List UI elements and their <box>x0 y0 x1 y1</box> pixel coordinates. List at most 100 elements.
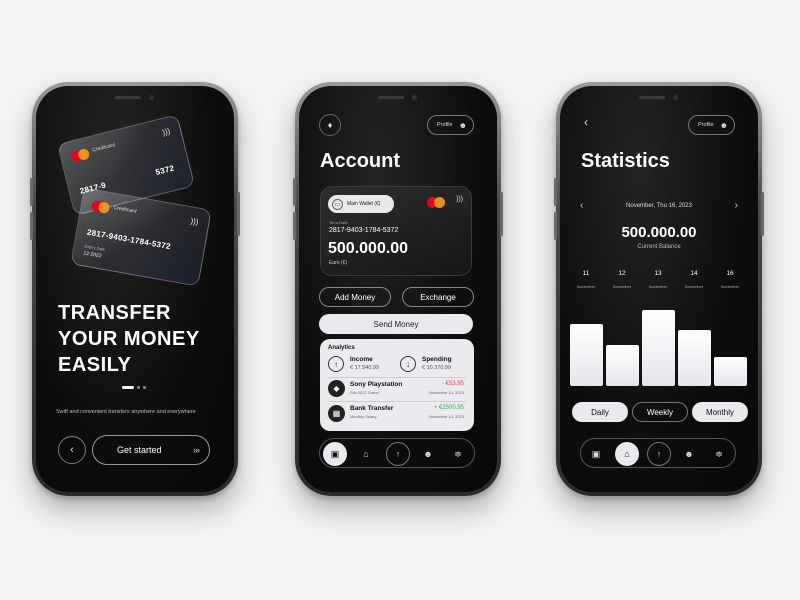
phone-statistics: ‹ Profile ☻ Statistics ‹ November, Thu 1… <box>554 82 764 496</box>
phone-onboarding: Creditcard ))) 2817-9 5372 Creditcard ))… <box>30 82 240 496</box>
chevron-left-icon: ‹ <box>70 444 74 456</box>
day-month: November <box>720 284 740 289</box>
speaker <box>378 96 404 99</box>
front-camera <box>149 95 154 100</box>
wallet-icon: ▣ <box>330 448 340 459</box>
chart-bar[interactable] <box>606 344 639 386</box>
day-month: November <box>576 284 596 289</box>
page-title: Account <box>320 150 400 172</box>
notifications-button[interactable]: ♦ <box>319 114 341 136</box>
analytics-title: Analytics <box>328 345 355 351</box>
chart-bar[interactable] <box>714 357 747 386</box>
spending-label: Spending <box>422 356 452 363</box>
card-sub-label: Terra Date <box>329 220 348 225</box>
contactless-icon: ))) <box>189 216 200 227</box>
chevron-left-icon[interactable]: ‹ <box>584 115 588 129</box>
profile-button[interactable]: Profile ☻ <box>688 115 736 135</box>
wallet-card[interactable]: ▭ Main Wallet (€) ))) Terra Date 2817-94… <box>320 186 472 276</box>
wallet-name: Main Wallet (€) <box>347 201 381 207</box>
nav-profile[interactable]: ☻ <box>677 442 701 466</box>
transaction-date: November 14, 2023 <box>428 414 464 419</box>
tagline: Swift and convenient transfers anywhere … <box>56 409 196 415</box>
headline-line-1: TRANSFER <box>58 302 171 324</box>
transaction-date: November 14, 2023 <box>428 390 464 395</box>
back-button[interactable]: ‹ <box>58 436 86 464</box>
headline: TRANSFER YOUR MONEY EASILY <box>58 300 200 378</box>
day-number[interactable]: 13 <box>648 270 668 277</box>
user-icon: ☻ <box>423 449 433 459</box>
page-indicator[interactable] <box>122 386 146 389</box>
front-camera <box>412 95 417 100</box>
divider <box>328 401 466 402</box>
chevron-right-icon[interactable]: › <box>735 200 738 211</box>
card-brand: Creditcard <box>91 142 116 154</box>
card-expiry: 12-2022 <box>82 250 102 260</box>
current-balance: 500.000.00 <box>621 224 697 241</box>
profile-label: Profile <box>437 122 453 128</box>
transaction-sub: Monthly Salary <box>350 414 377 419</box>
nav-wallet[interactable]: ▣ <box>323 442 347 466</box>
tab-weekly[interactable]: Weekly <box>632 402 688 422</box>
day-number[interactable]: 14 <box>684 270 704 277</box>
user-icon: ☻ <box>719 120 729 130</box>
day-number[interactable]: 16 <box>720 270 740 277</box>
nav-transfer[interactable]: ↑ <box>386 442 410 466</box>
card-brand: Creditcard <box>113 204 137 215</box>
card-number: 2817-9403-1784-5372 <box>329 227 399 234</box>
nav-wallet[interactable]: ▣ <box>584 442 608 466</box>
date-selector: ‹ November, Thu 16, 2023 › <box>580 200 738 211</box>
day-number[interactable]: 11 <box>576 270 596 277</box>
contactless-icon: ))) <box>161 126 172 138</box>
wallet-selector[interactable]: ▭ Main Wallet (€) <box>328 195 394 213</box>
day-month: November <box>648 284 668 289</box>
chart-bar[interactable] <box>642 310 675 386</box>
bank-icon: ▦ <box>328 405 345 422</box>
tab-daily[interactable]: Daily <box>572 402 628 422</box>
bottom-nav: ▣ ⌂ ↑ ☻ ≑ <box>580 438 736 468</box>
phone-account: ♦ Profile ☻ Account ▭ Main Wallet (€) ))… <box>293 82 503 496</box>
transaction-amount: + €2500.95 <box>433 405 464 411</box>
tab-monthly[interactable]: Monthly <box>692 402 748 422</box>
headline-line-3: EASILY <box>58 354 132 376</box>
nav-settings[interactable]: ≑ <box>446 442 470 466</box>
nav-settings[interactable]: ≑ <box>707 442 731 466</box>
day-month: November <box>684 284 704 289</box>
nav-profile[interactable]: ☻ <box>416 442 440 466</box>
selected-date: November, Thu 16, 2023 <box>626 202 692 209</box>
income-value: € 17.540.99 <box>350 365 380 371</box>
user-icon: ☻ <box>684 449 694 459</box>
divider <box>328 377 466 378</box>
nav-home[interactable]: ⌂ <box>354 442 378 466</box>
contactless-icon: ))) <box>456 196 463 203</box>
chart-bar[interactable] <box>570 323 603 386</box>
day-month: November <box>612 284 632 289</box>
onboarding-screen: Creditcard ))) 2817-9 5372 Creditcard ))… <box>36 86 234 492</box>
card-number-end: 5372 <box>154 163 176 177</box>
analytics-panel: Analytics ↑ Income € 17.540.99 ↓ Spendin… <box>320 339 474 431</box>
add-money-button[interactable]: Add Money <box>319 287 391 307</box>
arrow-up-icon: ↑ <box>656 449 662 459</box>
send-money-button[interactable]: Send Money <box>319 314 473 334</box>
account-screen: ♦ Profile ☻ Account ▭ Main Wallet (€) ))… <box>299 86 497 492</box>
transaction-sub: Fifa 2022 Game <box>350 390 379 395</box>
get-started-button[interactable]: Get started ››› <box>92 435 210 465</box>
get-started-label: Get started <box>117 445 162 455</box>
speaker <box>115 96 141 99</box>
nav-transfer[interactable]: ↑ <box>647 442 671 466</box>
chevron-left-icon[interactable]: ‹ <box>580 200 583 211</box>
arrow-up-icon: ↑ <box>328 356 344 372</box>
exchange-button[interactable]: Exchange <box>402 287 474 307</box>
nav-home[interactable]: ⌂ <box>615 442 639 466</box>
front-camera <box>673 95 678 100</box>
transaction-amount: - €53.95 <box>441 381 464 387</box>
chart-bar[interactable] <box>678 329 711 386</box>
mastercard-icon <box>70 147 91 163</box>
day-number[interactable]: 12 <box>612 270 632 277</box>
profile-button[interactable]: Profile ☻ <box>427 115 475 135</box>
arrow-up-icon: ↑ <box>395 449 401 459</box>
sliders-icon: ≑ <box>454 448 462 459</box>
wallet-icon: ▣ <box>591 448 601 459</box>
bottom-nav: ▣ ⌂ ↑ ☻ ≑ <box>319 438 475 468</box>
playstation-icon: ◆ <box>328 380 345 397</box>
current-balance-label: Current Balance <box>637 244 681 250</box>
